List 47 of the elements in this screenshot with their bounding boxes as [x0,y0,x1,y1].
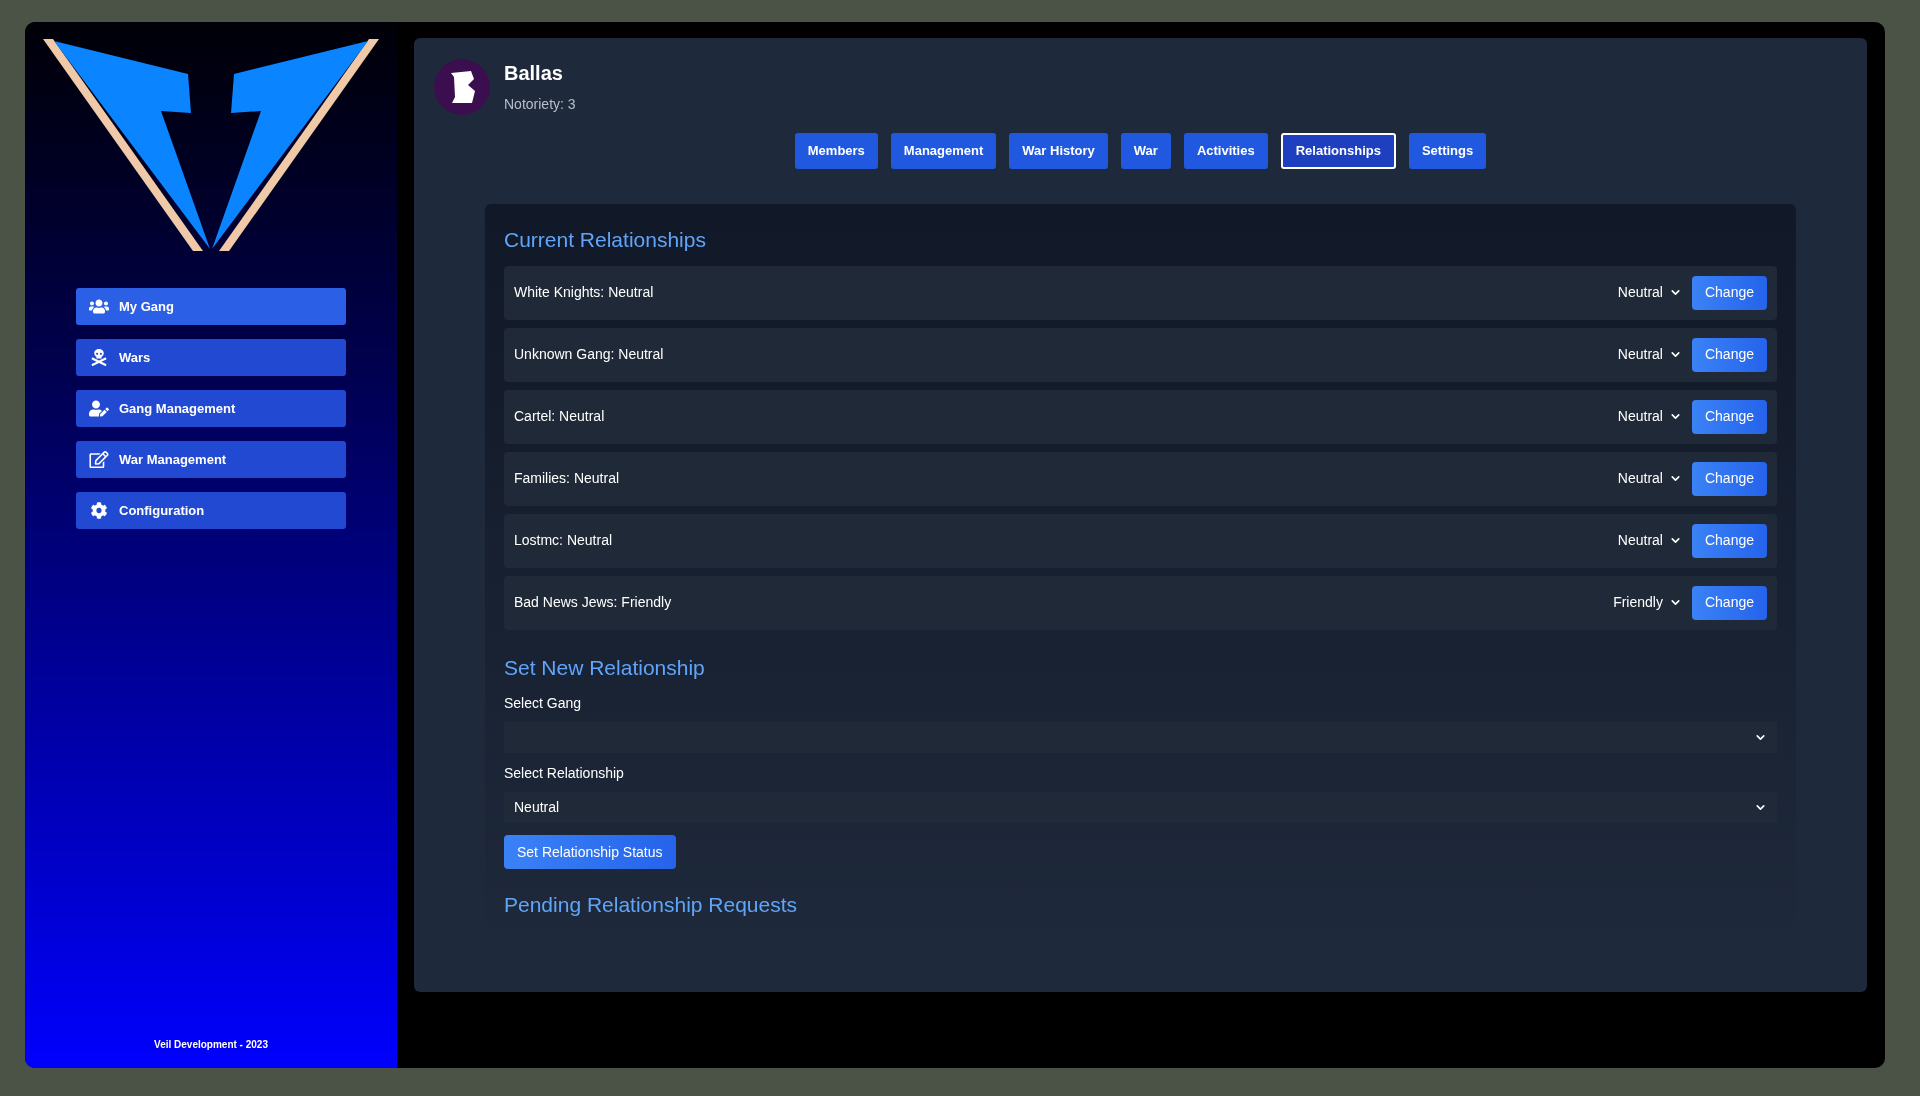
dropdown[interactable]: Neutral [1617,530,1682,551]
user-pen-icon [89,400,109,417]
field-label: Select Gang [504,694,583,713]
change-button[interactable]: Change [1691,399,1767,434]
set-relationship-button[interactable]: Set Relationship Status [504,835,676,869]
dropdown[interactable]: Neutral [1617,406,1682,427]
dropdown[interactable]: Neutral [1617,344,1682,365]
dropdown[interactable]: Neutral [504,792,1777,823]
tab[interactable]: Activities [1183,133,1268,169]
dropdown[interactable]: Neutral [1617,468,1682,489]
change-button[interactable]: Change [1691,585,1767,620]
dropdown[interactable] [504,722,1777,753]
tab[interactable]: War [1120,133,1171,169]
relationship-text: Unknown Gang: Neutral [514,345,665,364]
edit-icon [89,451,109,468]
settings-icon [89,502,109,519]
change-button[interactable]: Change [1691,461,1767,496]
change-button[interactable]: Change [1691,523,1767,558]
skull-crossbones-icon [89,349,109,366]
section-title: Current Relationships [504,227,707,253]
relationship-text: Families: Neutral [514,469,621,488]
sidebar-item[interactable]: Wars [76,339,346,376]
section-title: Pending Relationship Requests [504,892,799,918]
relationship-text: Bad News Jews: Friendly [514,593,673,612]
sidebar-item[interactable]: War Management [76,441,346,478]
relationship-text: Cartel: Neutral [514,407,606,426]
footer-text: Veil Development - 2023 [154,1038,268,1052]
relationship-text: Lostmc: Neutral [514,531,614,550]
sidebar-item[interactable]: My Gang [76,288,346,325]
dropdown[interactable]: Neutral [1617,282,1682,303]
change-button[interactable]: Change [1691,275,1767,310]
section-title: Set New Relationship [504,654,706,681]
sidebar-item[interactable]: Gang Management [76,390,346,427]
gang-emblem-icon [434,58,490,115]
sidebar-item[interactable]: Configuration [76,492,346,529]
relationship-text: White Knights: Neutral [514,283,655,302]
gang-name: Ballas [504,61,564,86]
tab[interactable]: Management [890,133,997,169]
users-icon [89,298,109,315]
notoriety-text: Notoriety: 3 [504,95,576,114]
tab[interactable]: Members [794,133,878,169]
change-button[interactable]: Change [1691,337,1767,372]
tab[interactable]: War History [1009,133,1108,169]
field-label: Select Relationship [504,764,625,783]
tab[interactable]: Relationships [1280,133,1396,169]
tab[interactable]: Settings [1408,133,1487,169]
dropdown[interactable]: Friendly [1613,592,1682,613]
